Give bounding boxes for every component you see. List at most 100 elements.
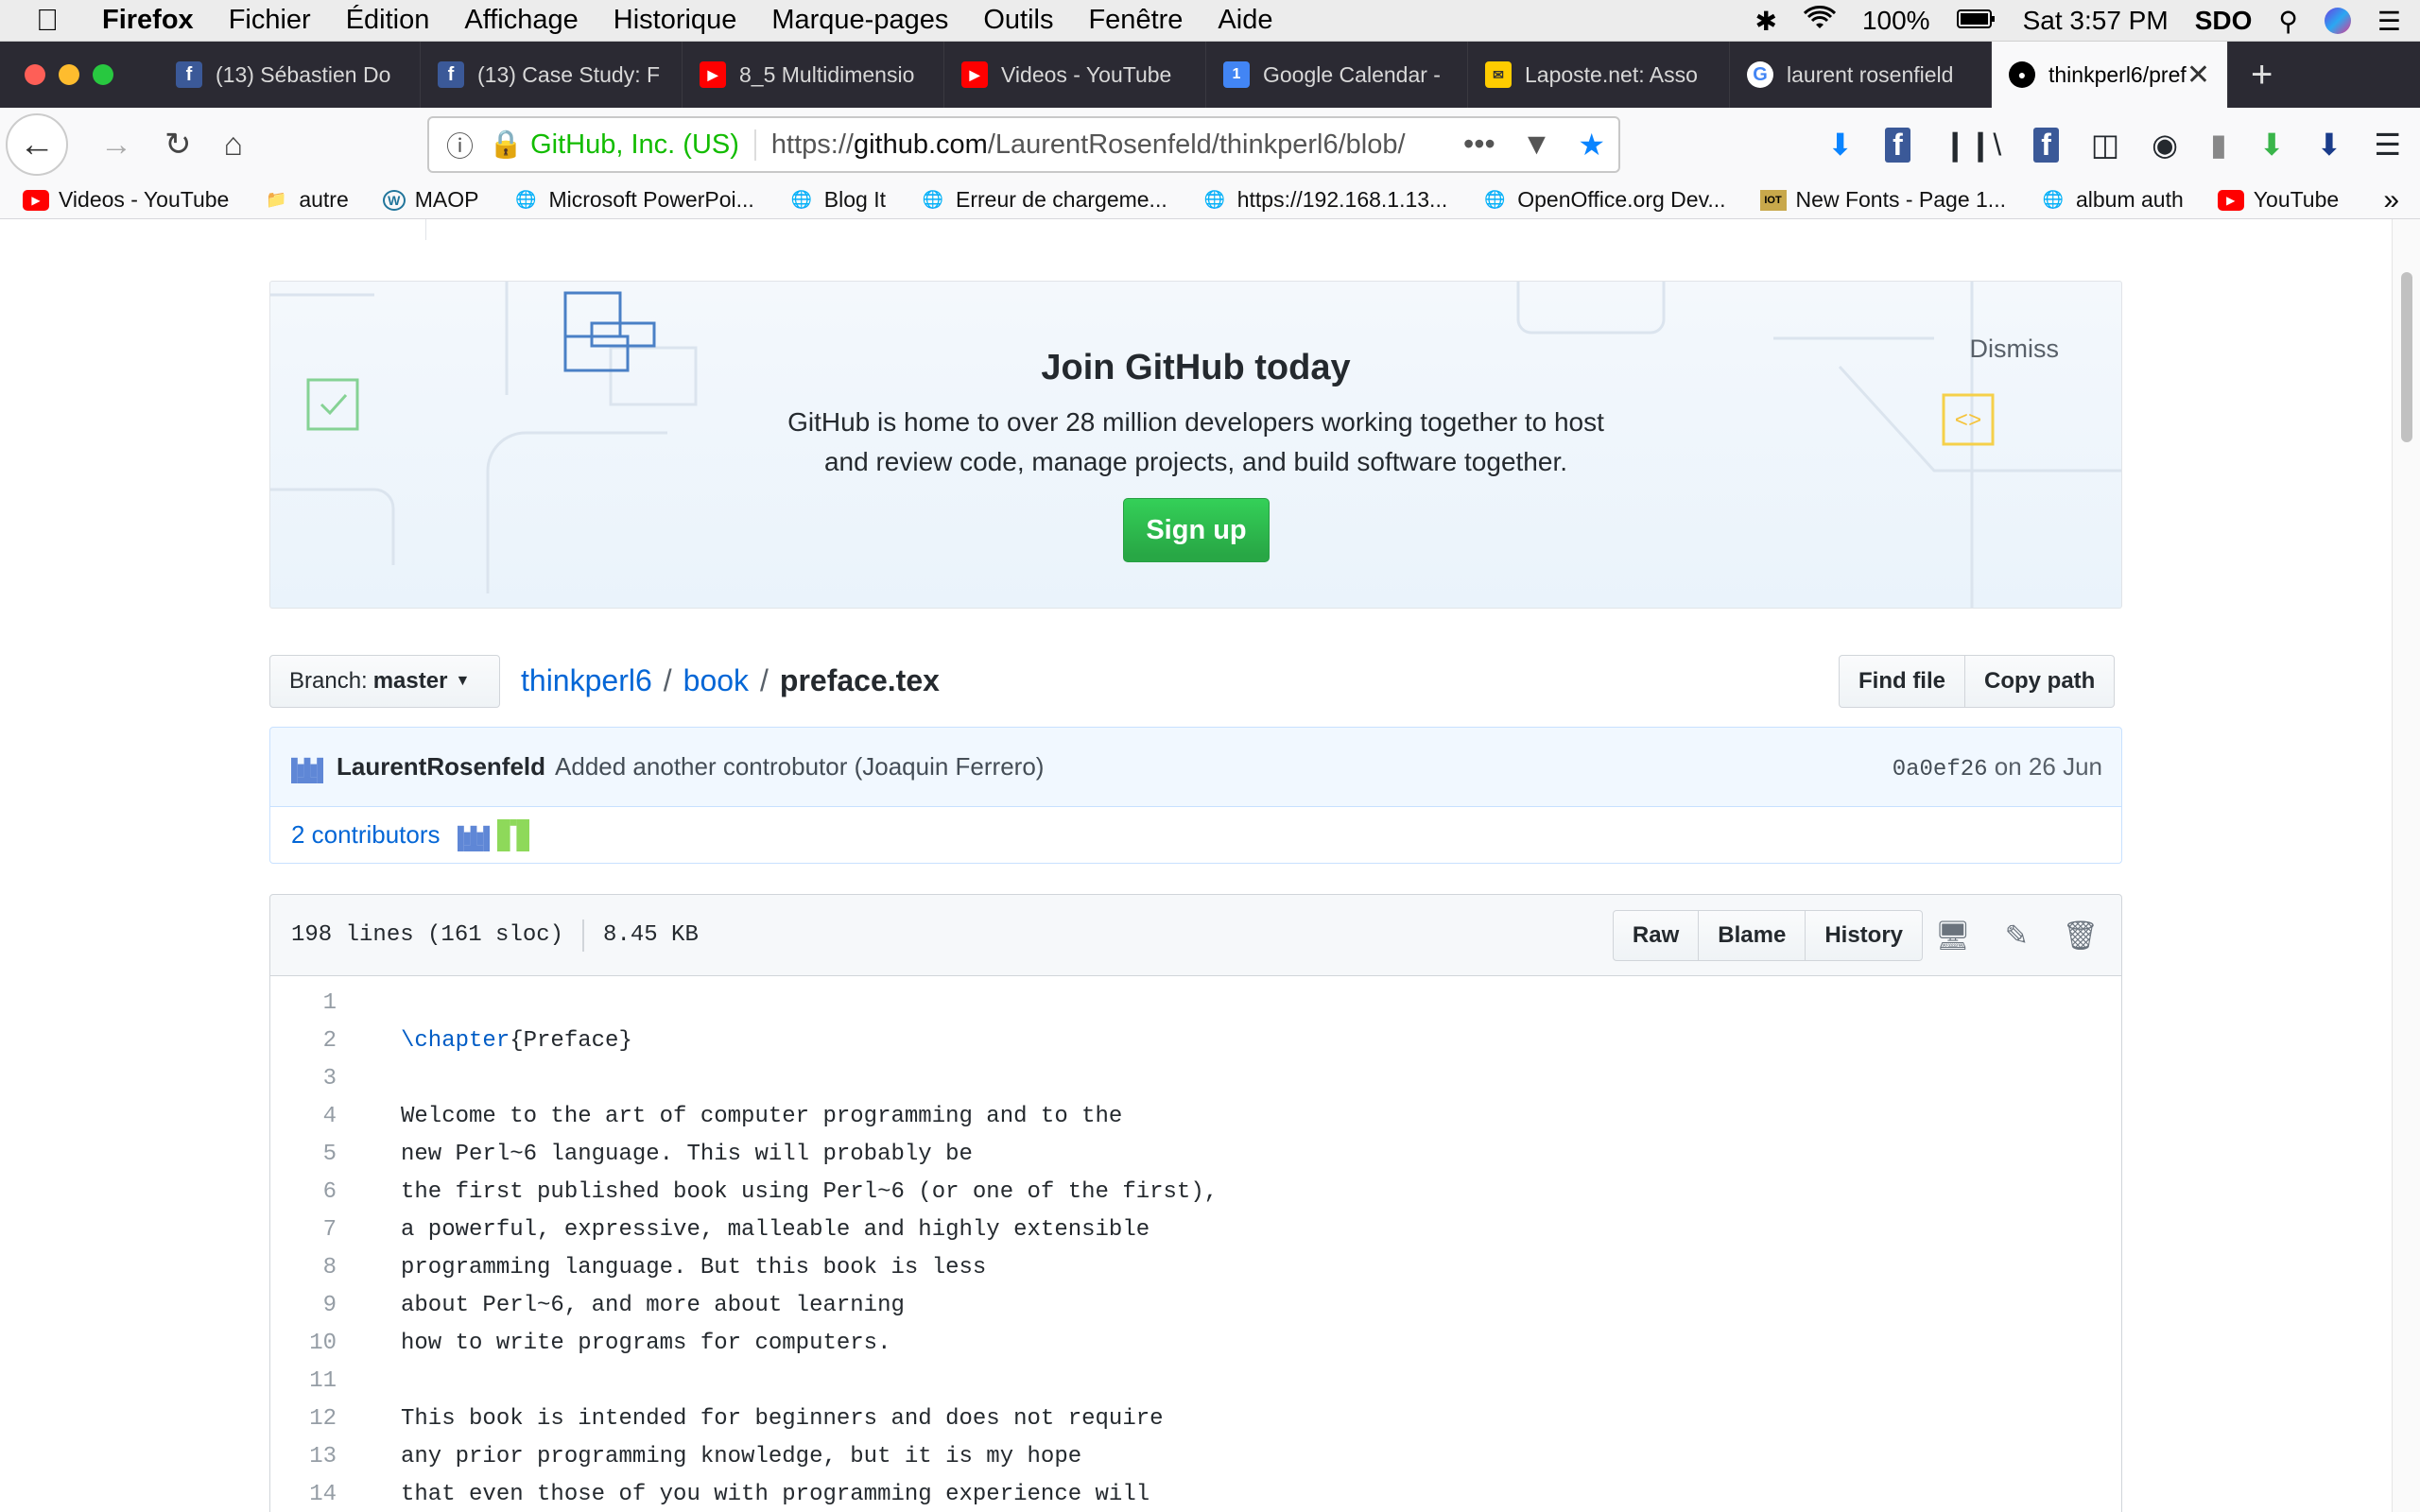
menu-hamburger-icon[interactable]: ☰ [2374,127,2401,163]
copy-path-button[interactable]: Copy path [1965,655,2116,708]
pocket-icon[interactable]: ▼ [1522,127,1552,163]
minimize-window-button[interactable] [59,64,79,85]
wifi-icon[interactable] [1803,5,1837,37]
back-button[interactable]: ← [6,113,68,176]
bookmark-youtube[interactable]: ▶ YouTube [2217,187,2339,213]
siri-icon[interactable] [2324,8,2351,34]
extension-icon[interactable]: ◉ [2152,127,2178,163]
forward-button[interactable]: → [100,127,132,163]
blame-button[interactable]: Blame [1699,910,1806,961]
new-tab-button[interactable]: + [2251,54,2273,96]
tab-laposte[interactable]: ✉ Laposte.net: Asso [1468,42,1730,108]
reload-button[interactable]: ↻ [164,126,192,163]
save-extension-icon[interactable]: ⬇ [2317,127,2342,163]
bookmark-autre[interactable]: 📁 autre [263,187,349,213]
tab-facebook-sebastien[interactable]: f (13) Sébastien Do [159,42,421,108]
line-number[interactable]: 5 [270,1142,348,1167]
facebook-icon[interactable]: f [1885,127,1910,163]
branch-selector[interactable]: Branch: master ▼ [269,655,500,708]
commit-author-link[interactable]: LaurentRosenfeld [337,752,545,782]
line-number[interactable]: 8 [270,1255,348,1280]
line-number[interactable]: 13 [270,1444,348,1469]
contributors-link[interactable]: 2 contributors [291,820,441,850]
url-text[interactable]: https://github.com/LaurentRosenfeld/thin… [771,129,1414,161]
sign-up-button[interactable]: Sign up [1123,498,1270,562]
page-scrollbar[interactable] [2392,219,2420,1512]
menu-item-fenetre[interactable]: Fenêtre [1088,5,1183,36]
menu-item-aide[interactable]: Aide [1218,5,1272,36]
menu-item-edition[interactable]: Édition [346,5,430,36]
close-window-button[interactable] [25,64,45,85]
site-info-icon[interactable]: ⓘ [446,125,474,164]
bookmark-erreur[interactable]: 🌐 Erreur de chargeme... [920,187,1167,213]
menu-app-name[interactable]: Firefox [102,5,194,36]
find-file-button[interactable]: Find file [1839,655,1965,708]
bookmark-album-auth[interactable]: 🌐 album auth [2040,187,2184,213]
clock[interactable]: Sat 3:57 PM [2023,6,2169,36]
menu-item-affichage[interactable]: Affichage [464,5,578,36]
more-bookmarks-chevron-icon[interactable]: » [2383,184,2399,216]
page-actions-icon[interactable]: ••• [1463,127,1495,163]
breadcrumb-repo-link[interactable]: thinkperl6 [521,663,652,698]
tab-google-search[interactable]: G laurent rosenfield [1730,42,1992,108]
download-helper-icon[interactable]: ⬇ [2259,127,2285,163]
notification-center-icon[interactable]: ☰ [2377,6,2401,37]
bookmark-maop[interactable]: W MAOP [382,187,479,213]
line-number[interactable]: 4 [270,1104,348,1129]
battery-icon[interactable] [1956,6,1996,36]
line-number[interactable]: 1 [270,990,348,1016]
menu-item-historique[interactable]: Historique [614,5,737,36]
line-number[interactable]: 7 [270,1217,348,1243]
author-avatar[interactable] [291,751,323,783]
dismiss-button[interactable]: Dismiss [1970,335,2060,364]
line-number[interactable]: 10 [270,1331,348,1356]
tab-youtube-videos[interactable]: ▶ Videos - YouTube [944,42,1206,108]
menu-item-marque-pages[interactable]: Marque-pages [771,5,948,36]
breadcrumb-dir-link[interactable]: book [683,663,749,698]
tab-youtube-multidimension[interactable]: ▶ 8_5 Multidimensio [683,42,944,108]
line-number[interactable]: 3 [270,1066,348,1091]
library-icon[interactable]: ❙❙\ [1943,127,2002,163]
bookmark-openoffice[interactable]: 🌐 OpenOffice.org Dev... [1481,187,1726,213]
line-number[interactable]: 2 [270,1028,348,1054]
facebook-icon[interactable]: f [2033,127,2059,163]
line-number[interactable]: 14 [270,1482,348,1507]
pencil-icon[interactable]: ✎ [2005,919,2029,954]
certificate-org[interactable]: GitHub, Inc. (US) [530,129,756,161]
home-button[interactable]: ⌂ [224,127,244,163]
apple-menu-icon[interactable]:  [36,3,74,38]
tab-github-active[interactable]: ● thinkperl6/pref ✕ [1992,42,2228,108]
maximize-window-button[interactable] [93,64,113,85]
scrollbar-thumb[interactable] [2401,272,2412,442]
history-button[interactable]: History [1806,910,1923,961]
desktop-icon[interactable]: 🖥 [1935,919,1971,954]
bookmark-new-fonts[interactable]: IOT New Fonts - Page 1... [1759,187,2006,213]
bookmark-blog-it[interactable]: 🌐 Blog It [788,187,886,213]
line-number[interactable]: 6 [270,1179,348,1205]
commit-message[interactable]: Added another controbutor (Joaquin Ferre… [555,752,1044,782]
close-tab-icon[interactable]: ✕ [2187,59,2210,92]
commit-sha-link[interactable]: 0a0ef26 [1893,757,1988,782]
bookmark-local-ip[interactable]: 🌐 https://192.168.1.13... [1201,187,1448,213]
contributor-avatar[interactable] [457,819,490,851]
downloads-icon[interactable]: ⬇ [1827,127,1853,163]
user-name[interactable]: SDO [2195,6,2253,36]
tab-facebook-case-study[interactable]: f (13) Case Study: F [421,42,683,108]
bookmark-videos-youtube[interactable]: ▶ Videos - YouTube [23,187,229,213]
spotlight-search-icon[interactable]: ⚲ [2278,6,2298,37]
line-number[interactable]: 11 [270,1368,348,1394]
trash-icon[interactable]: 🗑 [2063,919,2099,954]
menu-item-fichier[interactable]: Fichier [229,5,311,36]
sidebar-icon[interactable]: ◫ [2091,127,2119,163]
tab-google-calendar[interactable]: 1 Google Calendar - [1206,42,1468,108]
contributor-avatar[interactable] [496,818,529,851]
extension-icon[interactable]: ▮ [2210,127,2227,163]
address-bar[interactable]: ⓘ 🔒 GitHub, Inc. (US) https://github.com… [427,116,1620,173]
menu-item-outils[interactable]: Outils [983,5,1053,36]
bluetooth-icon[interactable]: ✱ [1755,6,1777,37]
bookmark-powerpoint[interactable]: 🌐 Microsoft PowerPoi... [513,187,754,213]
bookmark-star-icon[interactable]: ★ [1578,127,1605,163]
line-number[interactable]: 12 [270,1406,348,1432]
line-number[interactable]: 9 [270,1293,348,1318]
raw-button[interactable]: Raw [1612,910,1700,961]
